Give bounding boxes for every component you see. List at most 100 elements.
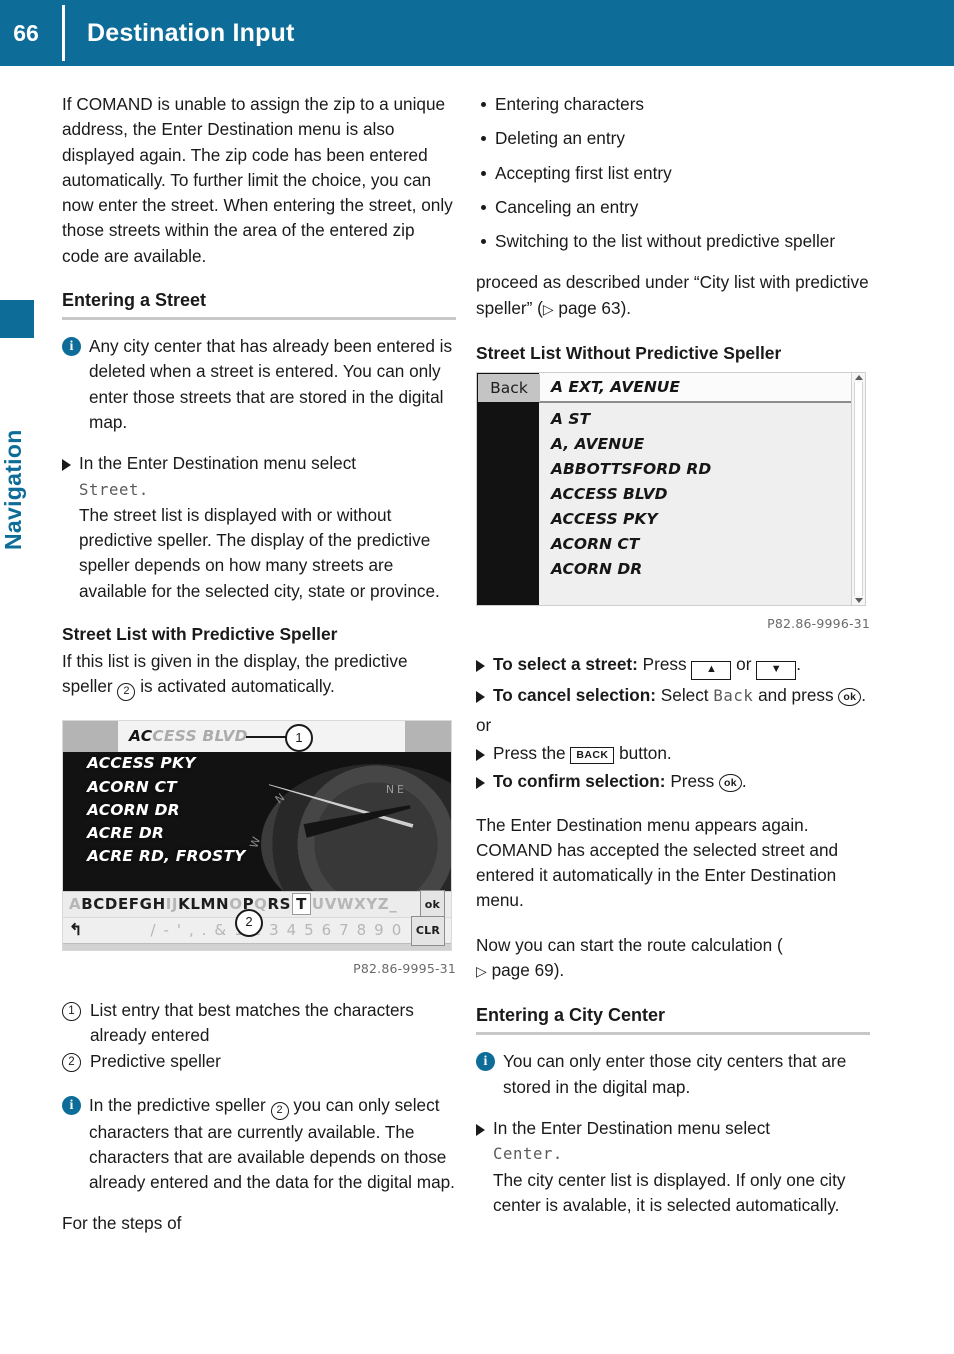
- list-item[interactable]: ABBOTTSFORD RD: [539, 457, 851, 482]
- section-heading-entering-a-street: Entering a Street: [62, 290, 207, 311]
- speller-intro-b: speller: [62, 676, 113, 697]
- step-body-text: The street list is displayed with or wit…: [79, 504, 440, 601]
- keyboard-key-u: U: [311, 895, 325, 914]
- comand-screen-speller: AC CESS BLVD 1 NE N W ACCESS PKY ACORN CT…: [62, 720, 452, 952]
- step-text-end: .: [796, 654, 802, 675]
- keyboard-key-x: X: [354, 895, 367, 914]
- list-item: Accepting first list entry: [476, 161, 870, 186]
- bullet-dot-icon: [481, 102, 486, 107]
- result-paragraph: The Enter Destination menu appears again…: [476, 814, 839, 911]
- page-ref-triangle-icon: ▷: [542, 300, 554, 317]
- list-item[interactable]: ACCESS PKY: [63, 752, 451, 775]
- menu-command-center: Center.: [493, 1145, 563, 1164]
- scroll-down-arrow-icon[interactable]: [854, 598, 863, 604]
- list-item-first[interactable]: A EXT, AVENUE: [539, 373, 851, 404]
- figure-legend: 1 List entry that best matches the chara…: [62, 998, 456, 1075]
- entry-bar-right-pad: [405, 721, 451, 753]
- scroll-up-arrow-icon[interactable]: [854, 375, 863, 381]
- predictive-speller-keyboard: ABCDEFGHIJKLMNOPQRS T UVWXYZ_ ok ↰ / - ' ,…: [63, 890, 451, 946]
- clr-key[interactable]: CLR: [410, 916, 445, 946]
- scrollbar[interactable]: [851, 373, 865, 606]
- keyboard-key-t[interactable]: T: [292, 893, 311, 916]
- section-rule: [476, 1032, 870, 1036]
- info-note-city-center: i Any city center that has already been …: [62, 334, 456, 435]
- back-hardkey-icon[interactable]: BACK: [570, 746, 615, 764]
- keyboard-key-k[interactable]: K: [178, 895, 190, 913]
- back-button[interactable]: Back: [478, 374, 540, 403]
- list-item: Switching to the list without predictive…: [476, 229, 870, 254]
- list-item[interactable]: ACORN CT: [63, 776, 451, 799]
- bullet-dot-icon: [481, 136, 486, 142]
- back-arrow-key[interactable]: ↰: [69, 918, 103, 943]
- info-note-text: In the predictive speller 2 you can only…: [89, 1093, 456, 1196]
- entry-typed-characters: AC: [129, 727, 153, 746]
- step-body-text: The city center list is displayed. If on…: [493, 1169, 846, 1215]
- bullet-text: Accepting first list entry: [495, 162, 672, 183]
- bullet-dot-icon: [481, 204, 486, 210]
- entry-bar-left-pad: [63, 721, 118, 753]
- figure-caption: P82.86-9996-31: [767, 616, 870, 632]
- list-item[interactable]: ACCESS PKY: [539, 507, 851, 532]
- section-rule: [62, 317, 456, 321]
- scrollbar-track[interactable]: [854, 382, 863, 597]
- page-reference-69: page 69: [491, 960, 554, 981]
- keyboard-key-b[interactable]: B: [81, 895, 93, 913]
- page-ref-triangle-icon: ▷: [476, 963, 487, 980]
- step-text-press: Press: [642, 654, 687, 675]
- keyboard-key-l[interactable]: L: [190, 895, 200, 913]
- list-item[interactable]: A ST: [539, 407, 851, 432]
- tail-paragraph: For the steps of: [62, 1213, 182, 1234]
- keyboard-key-e[interactable]: E: [118, 895, 129, 913]
- ok-button-icon[interactable]: ok: [719, 774, 742, 793]
- keyboard-key-g[interactable]: G: [140, 895, 153, 913]
- keyboard-key-f[interactable]: F: [129, 895, 140, 913]
- step-label: To select a street:: [493, 654, 638, 675]
- keyboard-key-m[interactable]: M: [201, 895, 217, 913]
- keyboard-key-a: A: [69, 895, 82, 914]
- page-number: 66: [13, 19, 39, 46]
- keyboard-key-d[interactable]: D: [105, 895, 118, 913]
- chapter-tab-label: Navigation: [0, 429, 26, 550]
- route-text-a: Now you can start the route calculation …: [476, 934, 783, 955]
- bullet-text: Switching to the list without predictive…: [495, 231, 836, 252]
- list-item[interactable]: ACORN CT: [539, 532, 851, 557]
- figure-predictive-speller: AC CESS BLVD 1 NE N W ACCESS PKY ACORN CT…: [62, 720, 456, 981]
- menu-command-street: Street.: [79, 480, 149, 499]
- down-arrow-button-icon[interactable]: ▼: [756, 661, 797, 681]
- legend-text: List entry that best matches the charact…: [90, 999, 414, 1045]
- keyboard-key-h[interactable]: H: [153, 895, 166, 913]
- page-title: Destination Input: [87, 18, 295, 47]
- bullet-text: Deleting an entry: [495, 128, 625, 149]
- keyboard-key-n[interactable]: N: [216, 895, 229, 913]
- keyboard-key-c[interactable]: C: [93, 895, 105, 913]
- info-icon: i: [62, 1095, 81, 1115]
- comand-screen-list: Back A EXT, AVENUE A ST A, AVENUE ABBOTT…: [476, 372, 866, 607]
- step-text-b: button.: [619, 742, 672, 763]
- legend-item: 2 Predictive speller: [62, 1049, 456, 1074]
- route-calculation-paragraph: Now you can start the route calculation …: [476, 933, 870, 985]
- keyboard-key-y: Y: [366, 895, 378, 914]
- list-item[interactable]: ACRE RD, FROSTY: [63, 845, 451, 868]
- keyboard-symbol-row: ↰ / - ' , . & 1 2 3 4 5 6 7 8 9 0 CLR 2: [63, 909, 451, 946]
- page-reference-63: page 63: [558, 297, 621, 318]
- ok-button-icon[interactable]: ok: [838, 688, 862, 707]
- legend-text: Predictive speller: [90, 1051, 221, 1072]
- keyboard-key-r[interactable]: R: [268, 895, 280, 913]
- left-column: If COMAND is unable to assign the zip to…: [62, 92, 456, 1237]
- list-item[interactable]: ACORN DR: [63, 799, 451, 822]
- info-icon: i: [476, 1052, 495, 1072]
- list-item[interactable]: A, AVENUE: [539, 432, 851, 457]
- ok-key[interactable]: ok: [419, 890, 445, 920]
- info-note-text-a: In the predictive speller: [89, 1094, 266, 1115]
- list-item[interactable]: ACORN DR: [539, 557, 851, 582]
- keyboard-key-s[interactable]: S: [280, 895, 291, 913]
- section-heading-entering-a-city-center: Entering a City Center: [476, 1005, 666, 1026]
- proceed-paragraph: proceed as described under “City list wi…: [476, 270, 870, 322]
- list-item[interactable]: ACCESS BLVD: [539, 482, 851, 507]
- list-item[interactable]: ACRE DR: [63, 822, 451, 845]
- up-arrow-button-icon[interactable]: ▲: [691, 661, 732, 681]
- info-note-text: Any city center that has already been en…: [89, 336, 453, 432]
- step-text-a: Press the: [493, 742, 566, 763]
- right-column: Entering characters Deleting an entry Ac…: [476, 92, 870, 1221]
- list-left-panel: [477, 373, 539, 606]
